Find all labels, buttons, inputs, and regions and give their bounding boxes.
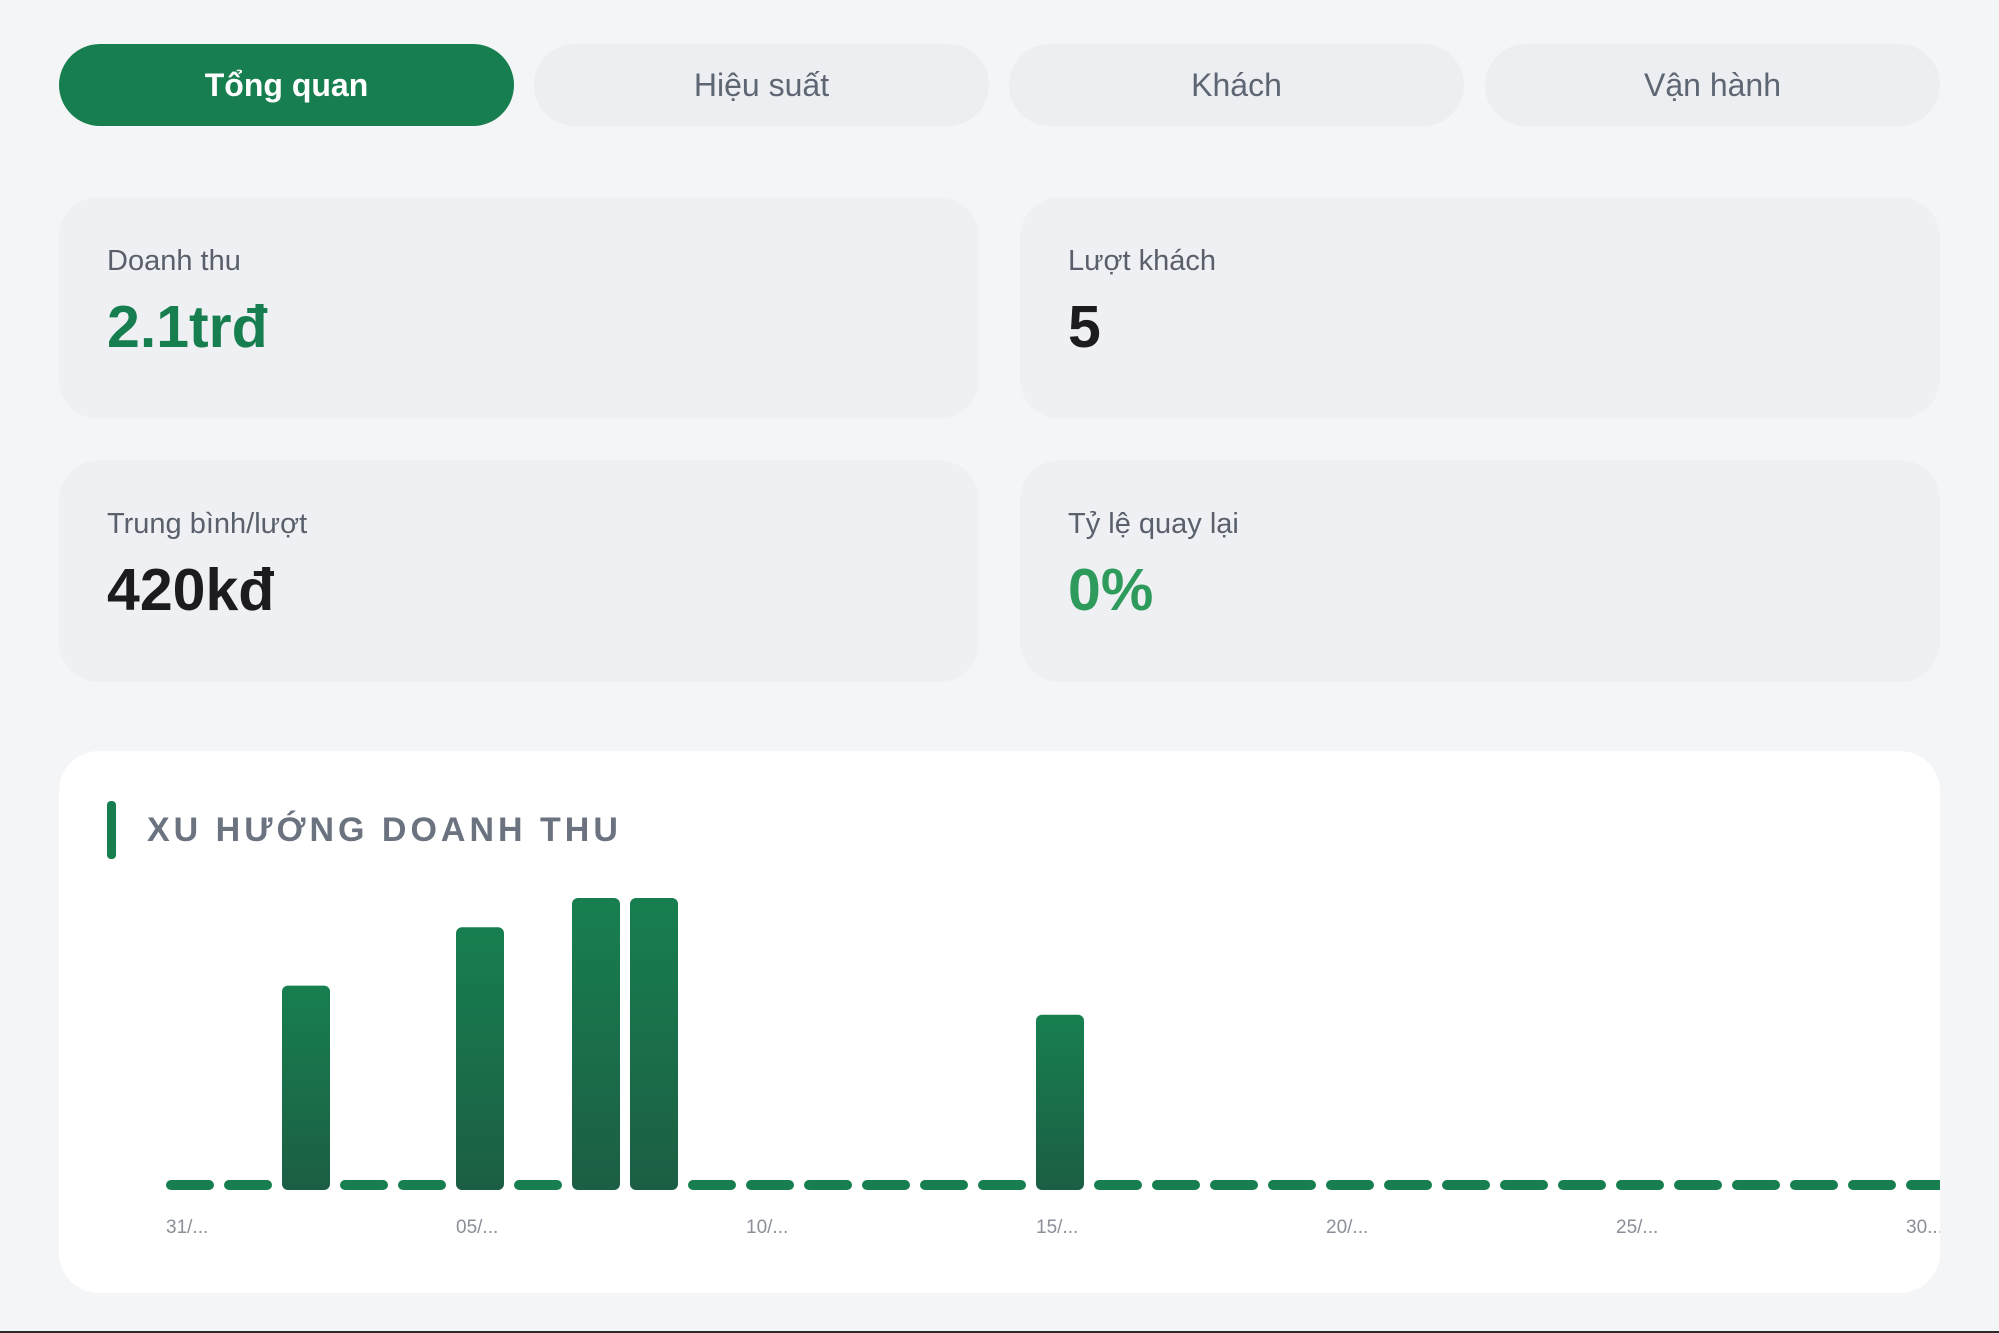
chart-bar-03 xyxy=(340,1180,388,1190)
stat-label: Tỷ lệ quay lại xyxy=(1068,508,1239,540)
chart-bar-13 xyxy=(920,1180,968,1190)
chart-bar-25 xyxy=(1616,1180,1664,1190)
stat-card-return-rate: Tỷ lệ quay lại 0% xyxy=(1020,460,1940,682)
chart-bar-04 xyxy=(398,1180,446,1190)
chart-bar-19 xyxy=(1268,1180,1316,1190)
chart-bar-24 xyxy=(1558,1180,1606,1190)
chart-bar-08 xyxy=(630,898,678,1190)
chart-bar-27 xyxy=(1732,1180,1780,1190)
chart-bar-11 xyxy=(804,1180,852,1190)
stat-value: 420kđ xyxy=(107,557,275,623)
x-tick-label: 05/... xyxy=(456,1217,498,1238)
chart-bar-18 xyxy=(1210,1180,1258,1190)
chart-bar-10 xyxy=(746,1180,794,1190)
chart-bar-29 xyxy=(1848,1180,1896,1190)
stat-value: 5 xyxy=(1068,294,1101,360)
x-tick-label: 20/... xyxy=(1326,1217,1368,1238)
chart-bar-21 xyxy=(1384,1180,1432,1190)
chart-bar-23 xyxy=(1500,1180,1548,1190)
stat-card-visits: Lượt khách 5 xyxy=(1020,197,1940,419)
x-tick-label: 31/... xyxy=(166,1217,208,1238)
stat-value: 0% xyxy=(1068,557,1154,623)
chart-bar-05 xyxy=(456,927,504,1190)
chart-bar-16 xyxy=(1094,1180,1142,1190)
chart-bar-30 xyxy=(1906,1180,1940,1190)
chart-bar-28 xyxy=(1790,1180,1838,1190)
chart-bar-31 xyxy=(166,1180,214,1190)
revenue-trend-card: XU HƯỚNG DOANH THU 31/... 05/... 10/... 15/… xyxy=(59,751,1940,1293)
chart-bar-07 xyxy=(572,898,620,1190)
stat-value: 2.1trđ xyxy=(107,294,268,360)
chart-bar-22 xyxy=(1442,1180,1490,1190)
chart-bar-09 xyxy=(688,1180,736,1190)
stat-card-average: Trung bình/lượt 420kđ xyxy=(59,460,979,682)
chart-bar-14 xyxy=(978,1180,1026,1190)
tab-overview[interactable]: Tổng quan xyxy=(59,44,514,126)
stat-label: Lượt khách xyxy=(1068,245,1217,277)
revenue-bar-chart: 31/... 05/... 10/... 15/... 20/... 25/... 30..… xyxy=(166,898,1940,1238)
chart-bar-17 xyxy=(1152,1180,1200,1190)
x-tick-label: 10/... xyxy=(746,1217,788,1238)
chart-bar-26 xyxy=(1674,1180,1722,1190)
tab-operations[interactable]: Vận hành xyxy=(1485,44,1940,126)
stat-card-revenue: Doanh thu 2.1trđ xyxy=(59,197,979,419)
chart-bar-20 xyxy=(1326,1180,1374,1190)
chart-bar-15 xyxy=(1036,1014,1084,1190)
chart-bar-06 xyxy=(514,1180,562,1190)
x-tick-label: 25/... xyxy=(1616,1217,1658,1238)
stat-label: Doanh thu xyxy=(107,245,241,277)
chart-bar-12 xyxy=(862,1180,910,1190)
stat-label: Trung bình/lượt xyxy=(107,508,308,540)
tab-performance[interactable]: Hiệu suất xyxy=(534,44,989,126)
chart-bar-01 xyxy=(224,1180,272,1190)
x-tick-label: 30... xyxy=(1906,1217,1940,1238)
tab-bar: Tổng quan Hiệu suất Khách Vận hành xyxy=(59,44,1940,126)
tab-customers[interactable]: Khách xyxy=(1009,44,1464,126)
x-tick-label: 15/... xyxy=(1036,1217,1078,1238)
chart-bar-02 xyxy=(282,985,330,1190)
